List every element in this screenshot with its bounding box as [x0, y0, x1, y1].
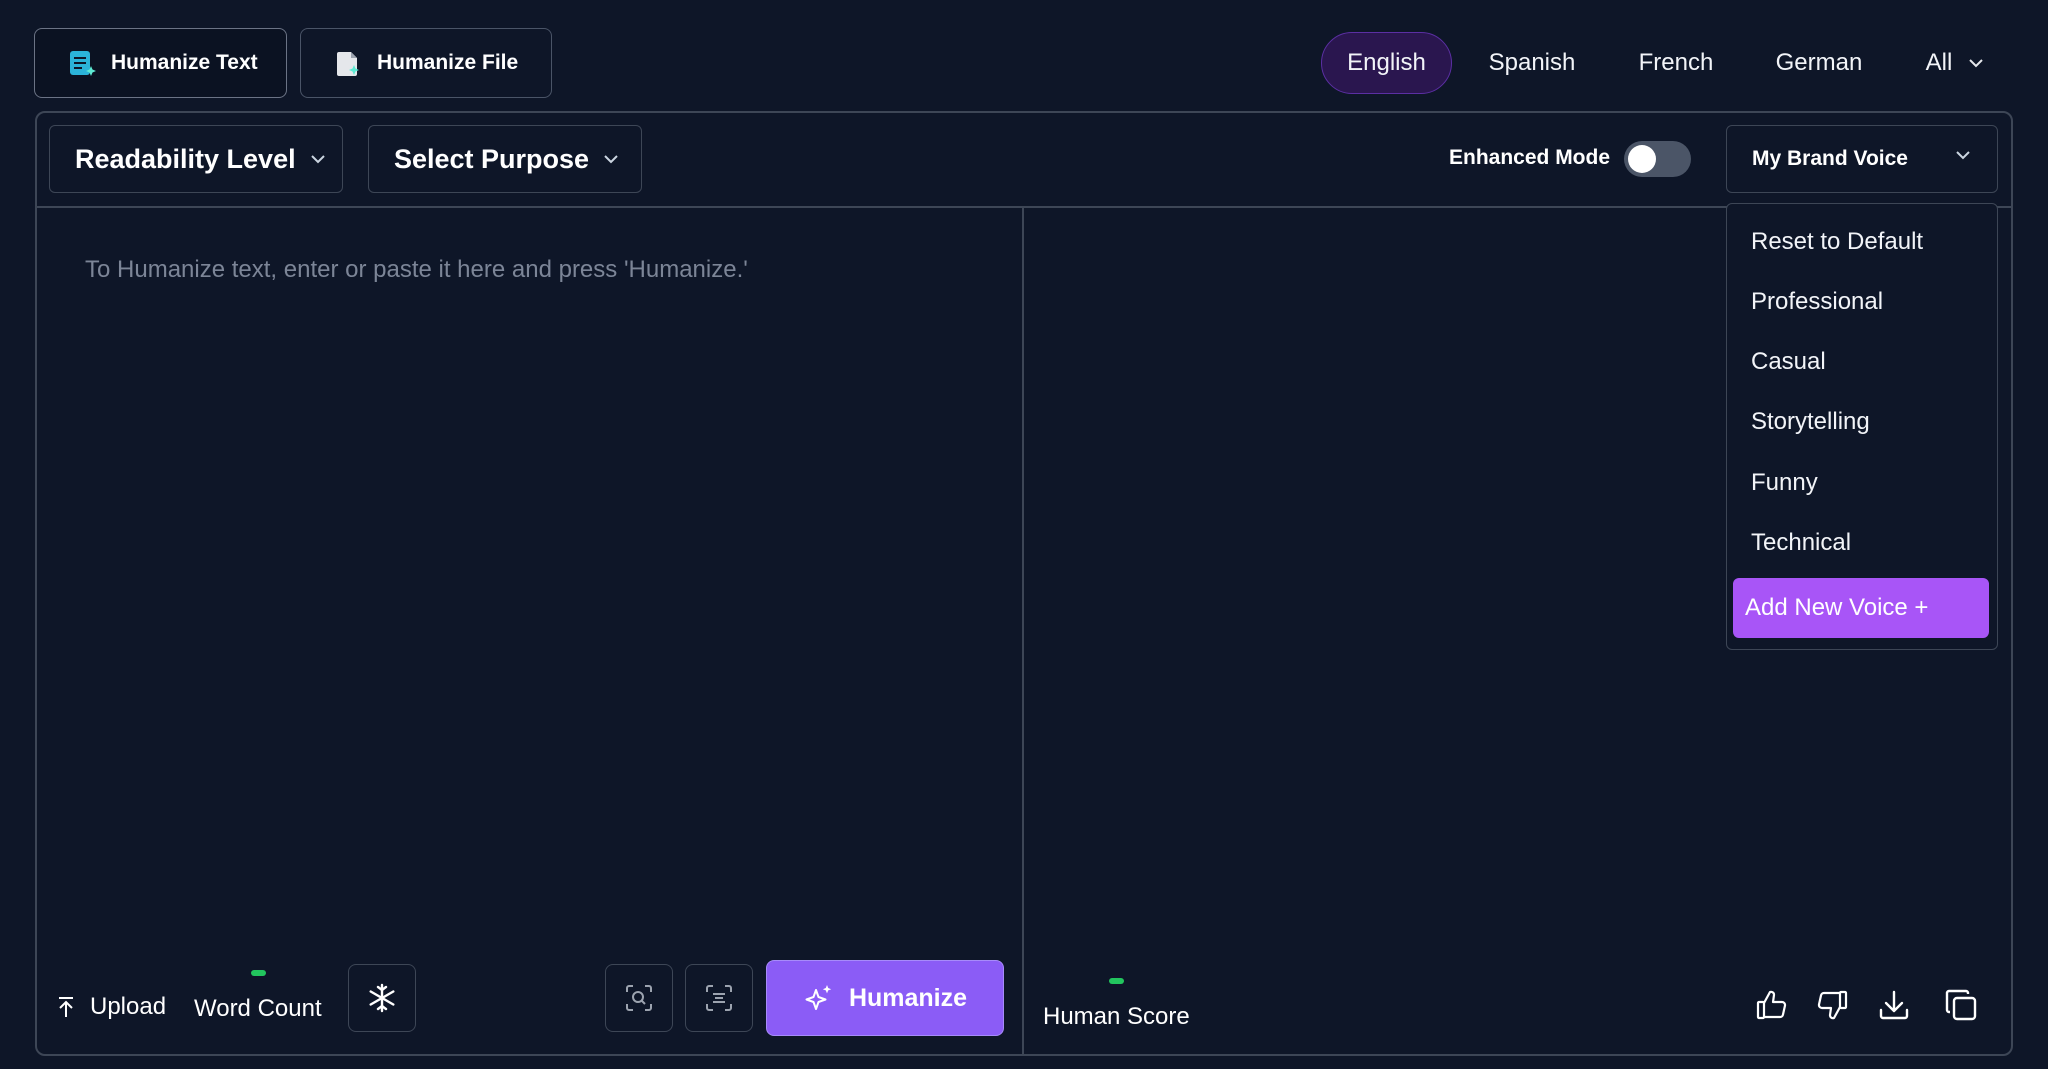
select-purpose-label: Select Purpose: [394, 143, 590, 174]
thumbs-up-icon[interactable]: [1755, 988, 1789, 1022]
chevron-down-icon: [1956, 151, 1970, 160]
document-text-icon: [70, 51, 96, 76]
sparkles-icon: [805, 985, 832, 1010]
humanize-text-button[interactable]: Humanize Text: [34, 28, 287, 98]
language-label: All: [1925, 49, 1953, 76]
voice-option-reset[interactable]: Reset to Default: [1751, 228, 1923, 256]
brand-voice-menu: Reset to Default Professional Casual Sto…: [1726, 203, 1998, 650]
humanize-button[interactable]: Humanize: [766, 960, 1004, 1036]
align-button[interactable]: [685, 964, 753, 1032]
toggle-knob: [1628, 145, 1656, 173]
chevron-down-icon: [310, 155, 325, 164]
copy-icon[interactable]: [1944, 988, 1978, 1022]
scan-button[interactable]: [605, 964, 673, 1032]
add-new-voice-label: Add New Voice +: [1745, 594, 1929, 621]
voice-option-technical[interactable]: Technical: [1751, 529, 1851, 557]
enhanced-mode-label: Enhanced Mode: [1449, 146, 1611, 169]
align-center-icon: [706, 985, 732, 1011]
language-label: German: [1775, 49, 1863, 76]
scan-search-icon: [626, 985, 652, 1011]
human-score-label: Human Score: [1043, 1003, 1190, 1030]
language-label: English: [1347, 49, 1426, 76]
enhanced-mode-toggle[interactable]: [1624, 141, 1691, 177]
upload-button[interactable]: Upload: [56, 993, 166, 1021]
word-count-indicator: [251, 970, 266, 976]
select-purpose-dropdown[interactable]: Select Purpose: [368, 125, 642, 193]
humanize-label: Humanize: [848, 983, 968, 1012]
language-tab-spanish[interactable]: Spanish: [1466, 32, 1598, 94]
voice-option-funny[interactable]: Funny: [1751, 469, 1818, 497]
freeze-words-button[interactable]: [348, 964, 416, 1032]
toolbar-divider: [36, 206, 2012, 208]
language-label: Spanish: [1488, 49, 1576, 76]
humanize-file-button[interactable]: Humanize File: [300, 28, 552, 98]
brand-voice-label: My Brand Voice: [1752, 147, 1908, 170]
column-divider: [1022, 208, 1024, 1054]
humanize-text-label: Humanize Text: [111, 51, 258, 74]
editor-panel: [35, 111, 2013, 1056]
readability-level-dropdown[interactable]: Readability Level: [49, 125, 343, 193]
language-dropdown-all[interactable]: All: [1900, 32, 2010, 94]
brand-voice-dropdown[interactable]: My Brand Voice: [1726, 125, 1998, 193]
download-icon[interactable]: [1877, 988, 1911, 1022]
chevron-down-icon: [604, 155, 618, 164]
file-sparkle-icon: [337, 52, 359, 76]
language-tab-french[interactable]: French: [1610, 32, 1742, 94]
add-new-voice-button[interactable]: Add New Voice +: [1733, 578, 1989, 638]
language-tab-english[interactable]: English: [1321, 32, 1452, 94]
language-label: French: [1638, 49, 1714, 76]
thumbs-down-icon[interactable]: [1815, 988, 1849, 1022]
input-textarea[interactable]: To Humanize text, enter or paste it here…: [85, 256, 748, 284]
upload-label: Upload: [90, 993, 167, 1020]
snowflake-icon: [369, 983, 395, 1013]
voice-option-storytelling[interactable]: Storytelling: [1751, 408, 1870, 436]
human-score-indicator: [1109, 978, 1124, 984]
humanize-file-label: Humanize File: [377, 51, 519, 74]
language-tab-german[interactable]: German: [1753, 32, 1885, 94]
voice-option-professional[interactable]: Professional: [1751, 288, 1883, 316]
word-count-label: Word Count: [194, 995, 322, 1022]
readability-level-label: Readability Level: [75, 143, 296, 174]
upload-arrow-icon: [59, 997, 73, 1017]
input-placeholder: To Humanize text, enter or paste it here…: [85, 256, 748, 283]
voice-option-casual[interactable]: Casual: [1751, 348, 1826, 376]
chevron-down-icon: [1969, 59, 1984, 68]
